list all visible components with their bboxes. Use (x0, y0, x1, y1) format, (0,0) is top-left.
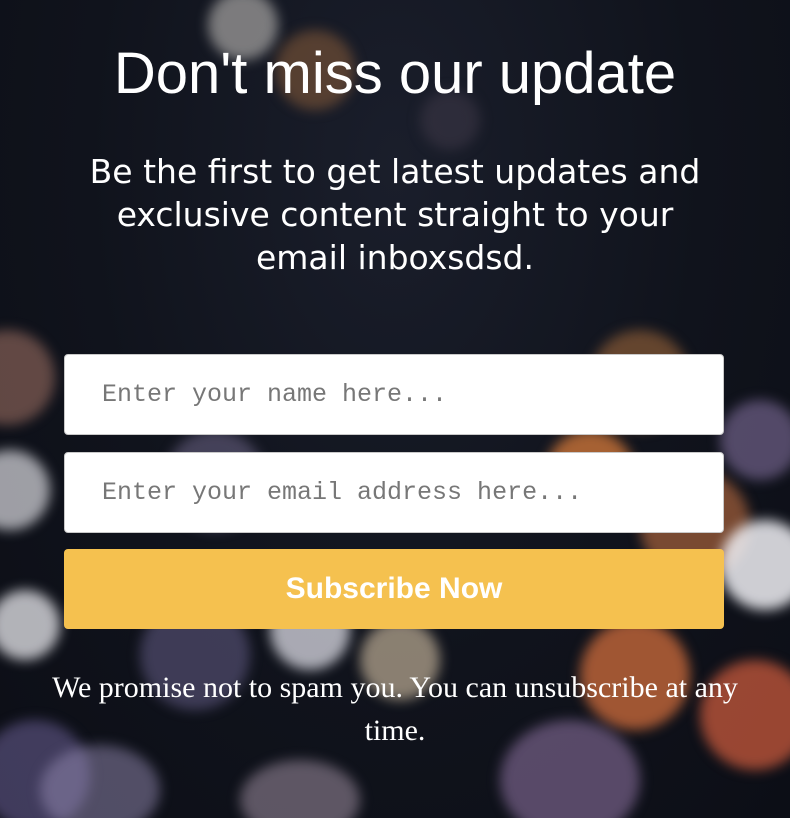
name-input[interactable] (64, 354, 724, 435)
newsletter-panel: Don't miss our update Be the first to ge… (0, 0, 790, 818)
email-input[interactable] (64, 452, 724, 533)
page-title: Don't miss our update (113, 41, 677, 106)
subscribe-button[interactable]: Subscribe Now (64, 549, 724, 629)
subtitle-text: Be the first to get latest updates and e… (89, 152, 701, 277)
disclaimer-text: We promise not to spam you. You can unsu… (52, 671, 738, 747)
